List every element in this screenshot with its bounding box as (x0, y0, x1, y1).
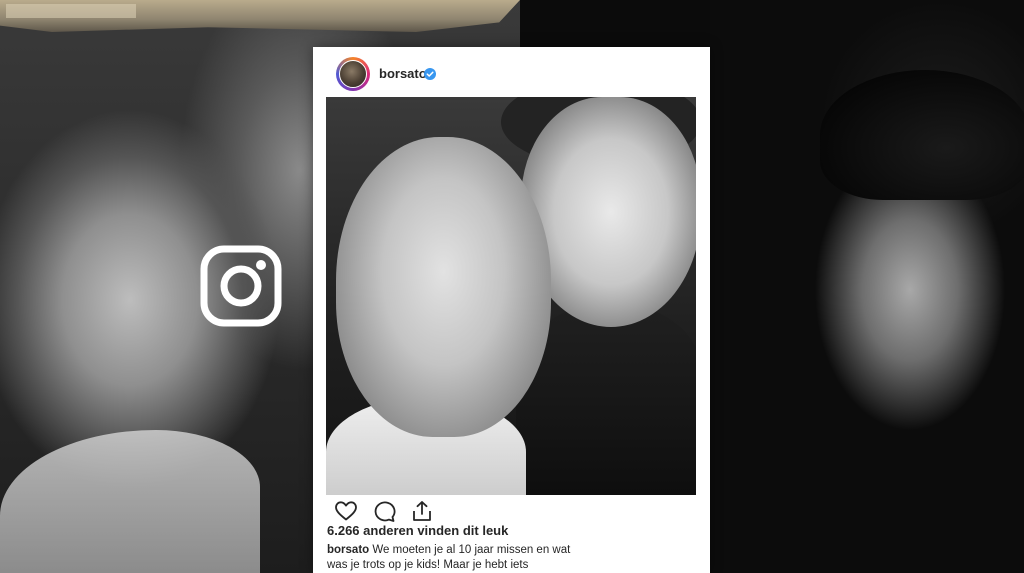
post-caption: borsato We moeten je al 10 jaar missen e… (327, 543, 577, 573)
instagram-post-card: borsato 6.266 anderen vinden dit leuk bo… (313, 47, 710, 573)
verified-badge-icon (424, 68, 436, 80)
post-header: borsato (313, 47, 710, 97)
avatar[interactable] (336, 57, 370, 91)
heart-icon[interactable] (334, 499, 358, 523)
avatar-photo (339, 60, 367, 88)
tape-highlight (6, 4, 136, 18)
photo-older-man-face (336, 137, 551, 437)
instagram-logo-icon (200, 245, 282, 327)
article-hero-image: borsato 6.266 anderen vinden dit leuk bo… (0, 0, 1024, 573)
comment-icon[interactable] (372, 499, 396, 523)
tape-strip (0, 0, 520, 32)
background-hair (820, 70, 1024, 200)
share-icon[interactable] (410, 499, 434, 523)
post-username[interactable]: borsato (379, 66, 427, 81)
post-photo[interactable] (326, 97, 696, 495)
post-action-bar (326, 499, 696, 525)
likes-count[interactable]: 6.266 anderen vinden dit leuk (327, 523, 508, 538)
caption-username[interactable]: borsato (327, 544, 369, 556)
